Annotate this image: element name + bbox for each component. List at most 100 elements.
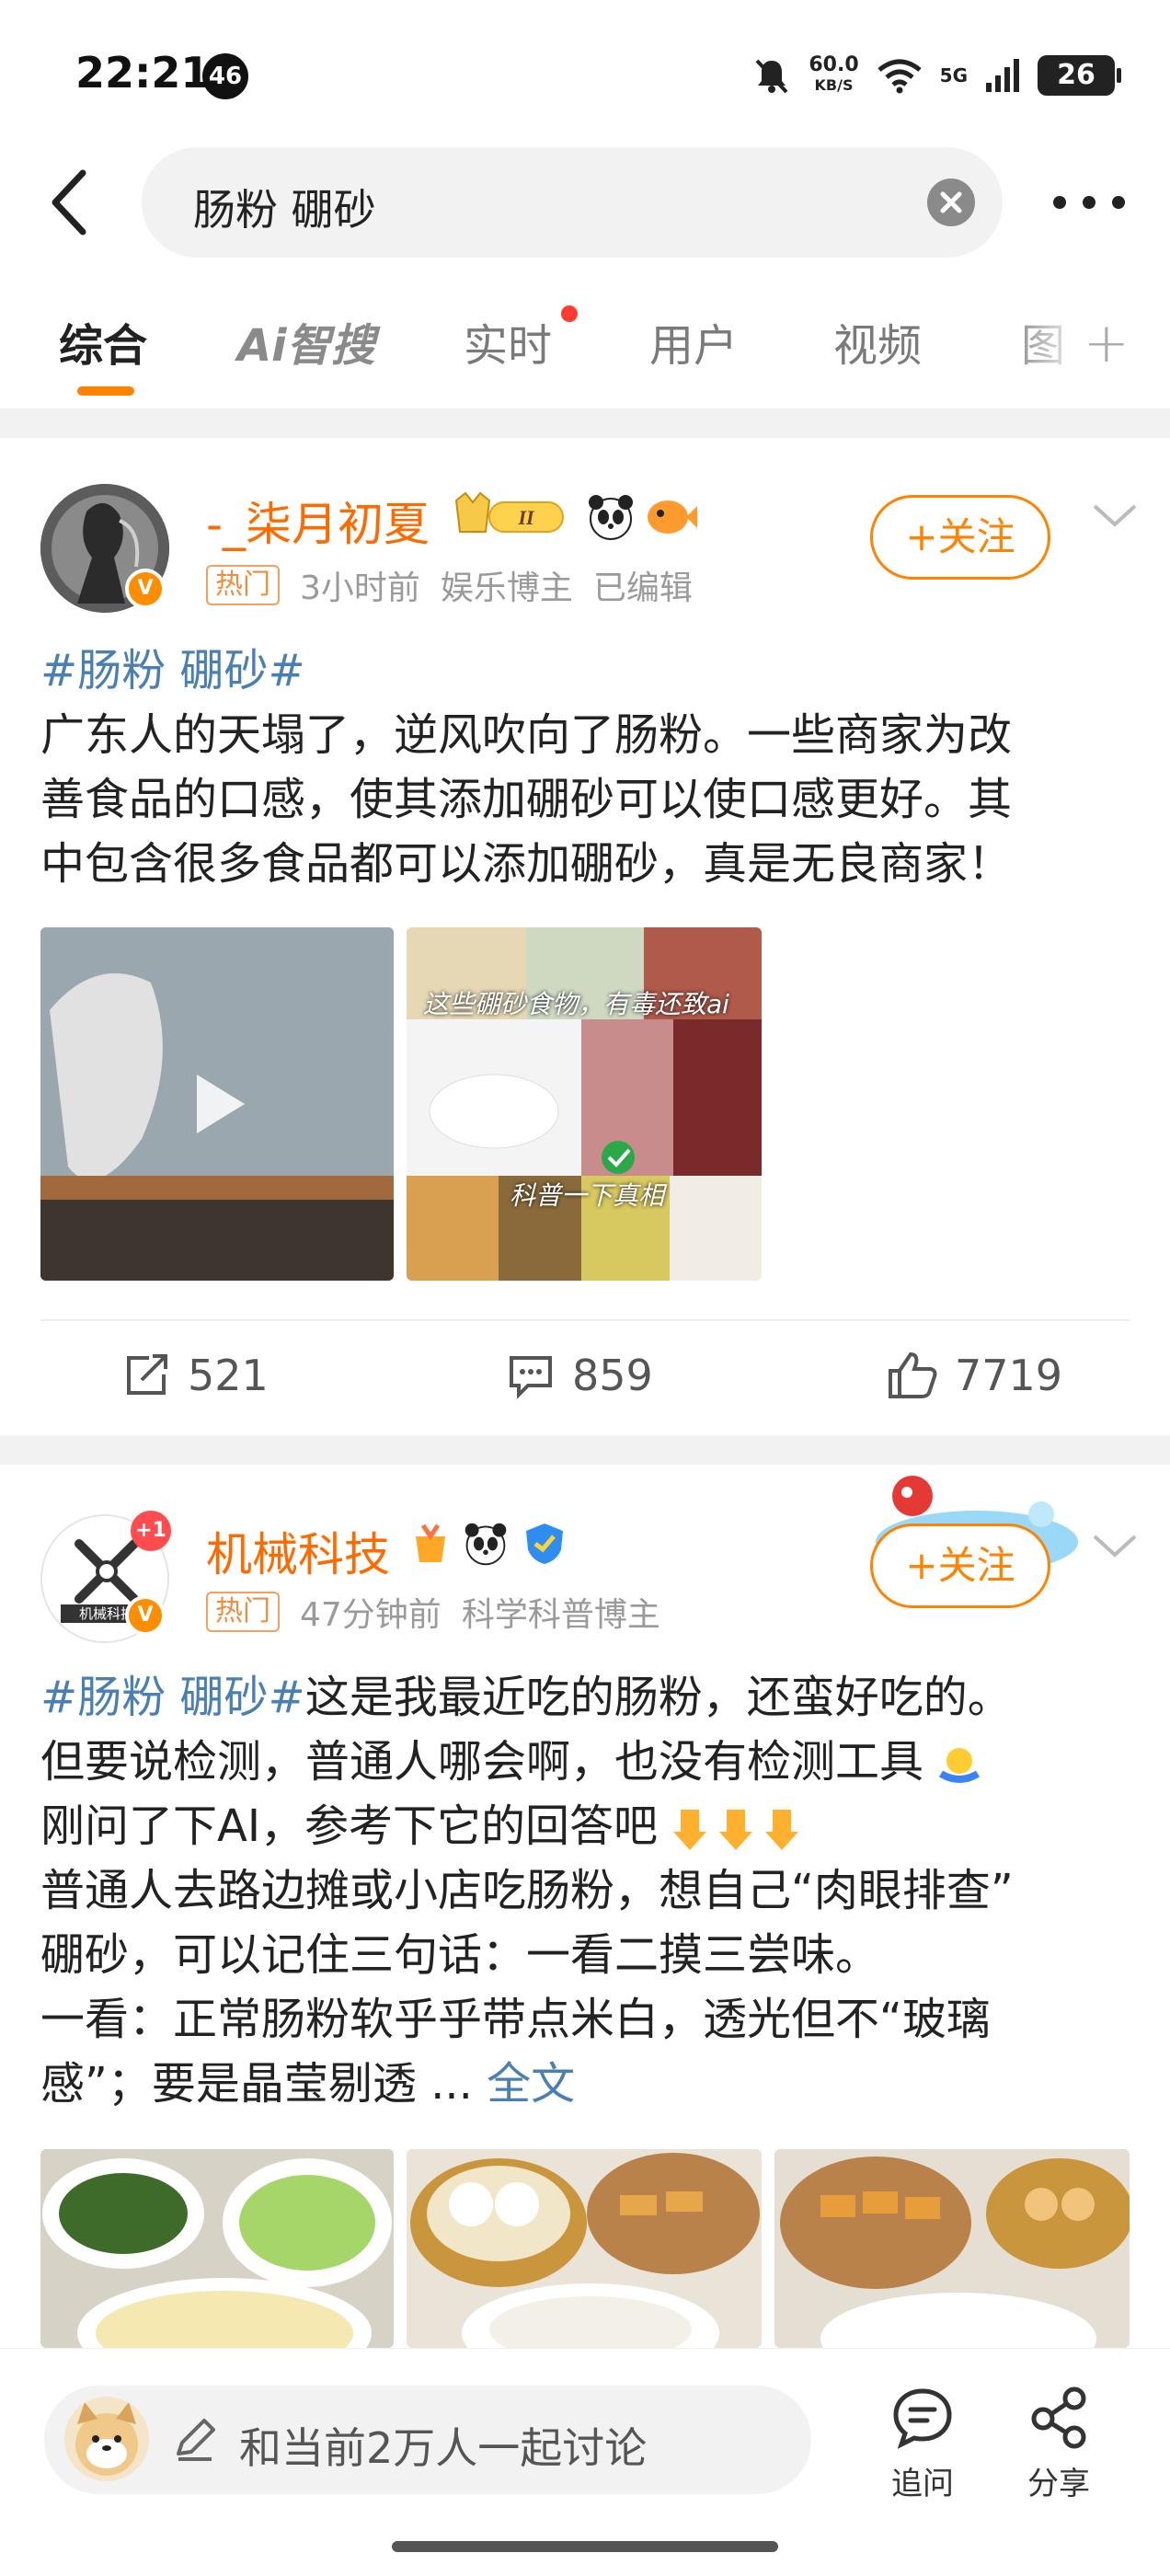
discussion-input[interactable]: 和当前2万人一起讨论 [44, 2386, 811, 2494]
pointing-down-emoji-icon [673, 1810, 799, 1850]
post-text-line: 广东人的天塌了，逆风吹向了肠粉。一些商家为改 [40, 709, 1013, 761]
ask-chat-icon [893, 2388, 952, 2449]
avatar-notification-badge: +1 [131, 1511, 171, 1551]
video-thumbnail[interactable] [40, 927, 394, 1281]
author-role: 科学科普博主 [461, 1596, 660, 1634]
share-label: 分享 [1027, 2466, 1090, 2502]
hashtag-link[interactable]: #肠粉 硼砂# [40, 1672, 305, 1723]
share-button[interactable]: 分享 [1008, 2386, 1109, 2503]
speed-value: 60.0 [809, 53, 859, 76]
more-options-icon[interactable] [1045, 184, 1133, 221]
post-text-line: 刚问了下AI，参考下它的回答吧 [40, 1800, 658, 1852]
new-content-dot [561, 305, 578, 322]
verified-badge: V [125, 1595, 166, 1636]
thumbs-up-icon [889, 1351, 937, 1398]
notification-count-badge: 46 [202, 53, 248, 99]
tab-users[interactable]: 用户 [649, 309, 738, 374]
panda-icon [465, 1523, 507, 1566]
fish-icon [648, 500, 697, 534]
tab-ai-search[interactable]: Ai智搜 [237, 309, 375, 374]
network-speed: 60.0 KB/S [809, 55, 858, 96]
repost-icon [127, 1354, 167, 1395]
like-button[interactable]: 7719 [887, 1351, 1062, 1400]
status-time: 22:21 [75, 48, 211, 98]
search-header: 肠粉 硼砂 [0, 138, 1170, 267]
chevron-down-icon[interactable] [1089, 497, 1141, 534]
dimsum-photo [407, 2149, 762, 2348]
search-tabs: 综合 Ai智搜 实时 用户 视频 图 [0, 291, 1170, 401]
post-text-line: 善食品的口感，使其添加硼砂可以使口感更好。其 [40, 774, 1013, 825]
author-role: 娱乐博主 [440, 569, 573, 607]
share-icon [1031, 2386, 1086, 2449]
panda-icon [589, 495, 633, 540]
post-meta: 热门 3小时前 娱乐博主 已编辑 [206, 561, 693, 609]
blue-shield-badge-icon [526, 1524, 563, 1564]
battery-indicator: 26 [1038, 55, 1121, 96]
comment-button[interactable]: 859 [506, 1351, 653, 1400]
pencil-icon [177, 2419, 215, 2461]
repost-button[interactable]: 521 [121, 1351, 269, 1400]
image-caption-top: 这些硼砂食物，有毒还致ai [423, 989, 729, 1019]
chevron-down-icon[interactable] [1089, 1527, 1141, 1564]
edited-label: 已编辑 [592, 569, 693, 607]
tab-comprehensive[interactable]: 综合 [59, 309, 147, 374]
add-tab-icon[interactable]: + [1084, 311, 1130, 375]
close-icon [940, 191, 962, 213]
food-photo [40, 2149, 394, 2348]
follow-button[interactable]: +关注 [870, 495, 1050, 580]
section-divider [0, 408, 1170, 438]
discussion-placeholder: 和当前2万人一起讨论 [239, 2423, 648, 2473]
post-actions: 521 859 7719 [0, 1323, 1170, 1433]
speed-unit: KB/S [814, 76, 854, 94]
dog-avatar-icon [64, 2397, 149, 2481]
signal-icon [986, 59, 1019, 92]
post-text-line: 但要说检测，普通人哪会啊，也没有检测工具 [40, 1736, 924, 1788]
image-thumbnail[interactable]: 这些硼砂食物，有毒还致ai 科普一下真相 [407, 927, 762, 1281]
membership-level-badge: II [454, 491, 564, 533]
post-username[interactable]: 机械科技 [206, 1518, 390, 1584]
search-input[interactable]: 肠粉 硼砂 [142, 147, 1003, 258]
status-bar: 22:21 46 60.0 KB/S 5G 26 [0, 0, 1170, 138]
status-icons: 60.0 KB/S 5G 26 [751, 48, 1121, 103]
back-icon[interactable] [44, 166, 99, 239]
post-text-line: 一看：正常肠粉软乎乎带点米白，透光但不“玻璃 [40, 1994, 991, 2045]
wifi-icon [878, 59, 922, 94]
post-text-line: 普通人去路边摊或小店吃肠粉，想自己“肉眼排查” [40, 1865, 1014, 1916]
mute-icon [755, 59, 788, 94]
tab-realtime[interactable]: 实时 [464, 309, 552, 374]
post-body: #肠粉 硼砂# 广东人的天塌了，逆风吹向了肠粉。一些商家为改 善食品的口感，使其… [40, 638, 1135, 896]
ask-label: 追问 [891, 2466, 954, 2502]
post-time: 3小时前 [300, 569, 420, 607]
level-text: II [517, 506, 535, 529]
post-text-line: 中包含很多食品都可以添加硼砂，真是无良商家！ [40, 838, 1013, 890]
image-thumbnail[interactable] [407, 2149, 762, 2348]
verified-badge: V [125, 569, 166, 609]
like-count: 7719 [955, 1351, 1063, 1400]
clear-search-button[interactable] [927, 178, 975, 226]
post-divider [40, 1319, 1130, 1321]
hot-tag: 热门 [206, 1592, 280, 1632]
hot-tag: 热门 [206, 565, 280, 605]
full-text-link[interactable]: 全文 [487, 2058, 575, 2110]
post-time: 47分钟前 [300, 1596, 442, 1634]
post-text-line: 硼砂，可以记住三句话：一看二摸三尝味。 [40, 1929, 880, 1981]
image-thumbnail[interactable] [774, 2149, 1130, 2348]
network-type: 5G [939, 64, 968, 86]
ask-button[interactable]: 追问 [872, 2386, 973, 2503]
image-caption-bottom: 科普一下真相 [510, 1180, 665, 1211]
gift-medal-icon [416, 1524, 445, 1562]
image-thumbnail[interactable] [40, 2149, 394, 2348]
home-indicator[interactable] [392, 2541, 778, 2552]
post-text-line: 这是我最近吃的肠粉，还蛮好吃的。 [304, 1672, 1012, 1723]
dimsum-photo-2 [774, 2149, 1130, 2348]
post-username[interactable]: -_柒月初夏 [206, 488, 430, 554]
comment-count: 859 [572, 1351, 653, 1400]
post-text-line: 感”；要是晶莹剔透 ... [40, 2058, 488, 2110]
follow-button[interactable]: +关注 [870, 1524, 1050, 1608]
search-query[interactable]: 肠粉 硼砂 [193, 177, 376, 237]
section-divider [0, 1435, 1170, 1465]
post-meta: 热门 47分钟前 科学科普博主 [206, 1588, 660, 1636]
hashtag-link[interactable]: #肠粉 硼砂# [40, 638, 1135, 703]
tab-videos[interactable]: 视频 [833, 309, 922, 374]
video-frame [40, 927, 394, 1281]
